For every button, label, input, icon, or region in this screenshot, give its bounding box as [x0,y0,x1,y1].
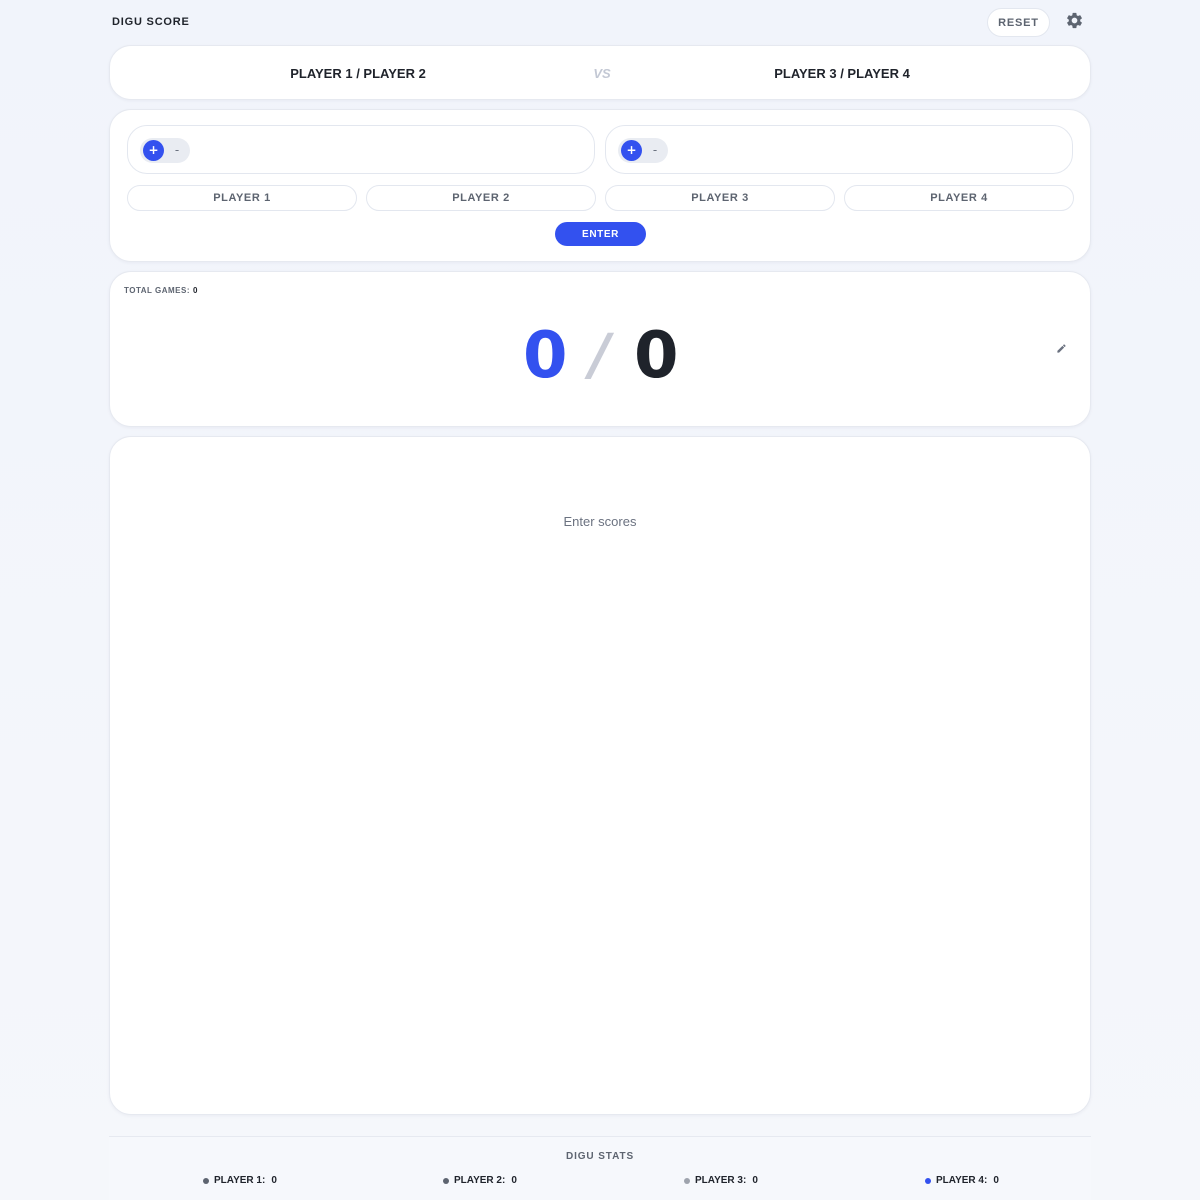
score-separator: / [589,323,611,388]
stat-player-3-value: 0 [752,1175,758,1186]
app-title: DIGU SCORE [112,16,190,28]
stat-player-2-name: PLAYER 2: [454,1175,506,1186]
team-a-minus-button[interactable]: - [168,140,186,161]
team-b-name: PLAYER 3 / PLAYER 4 [774,66,910,81]
stat-player-2: PLAYER 2: 0 [443,1175,517,1186]
player-2-button[interactable]: PLAYER 2 [366,185,596,211]
edit-score-button[interactable] [1053,341,1069,357]
stat-player-1: PLAYER 1: 0 [203,1175,277,1186]
total-games-label: TOTAL GAMES: [124,286,190,295]
team-b-plus-button[interactable]: + [621,140,642,161]
total-games: TOTAL GAMES: 0 [124,286,198,295]
team-a-total-score: 0 [523,319,568,393]
stat-player-1-value: 0 [271,1175,277,1186]
stat-player-1-name: PLAYER 1: [214,1175,266,1186]
score-history-card: Enter scores [109,436,1091,1115]
stats-panel: DIGU STATS PLAYER 1: 0 PLAYER 2: 0 PLAYE… [109,1136,1091,1200]
player-4-dot-icon [925,1177,931,1184]
stat-player-4-value: 0 [993,1175,999,1186]
team-b-total-score: 0 [634,319,679,393]
team-b-score-input[interactable]: + - [605,125,1073,174]
player-2-dot-icon [443,1177,449,1184]
top-bar: DIGU SCORE RESET [112,0,1090,45]
stat-player-3: PLAYER 3: 0 [684,1175,758,1186]
player-1-dot-icon [203,1177,209,1184]
stat-player-2-value: 0 [511,1175,517,1186]
team-b-stepper: + - [618,138,668,163]
team-a-plus-button[interactable]: + [143,140,164,161]
stat-player-3-name: PLAYER 3: [695,1175,747,1186]
team-a-stepper: + - [140,138,190,163]
empty-history-message: Enter scores [563,514,637,529]
player-3-dot-icon [684,1177,690,1184]
total-games-value: 0 [193,286,198,295]
reset-button[interactable]: RESET [987,8,1050,37]
team-a-score-input[interactable]: + - [127,125,595,174]
vs-label: VS [593,66,611,81]
scoreboard-card: TOTAL GAMES: 0 0 / 0 [109,271,1091,427]
match-card: PLAYER 1 / PLAYER 2 VS PLAYER 3 / PLAYER… [109,45,1091,100]
team-b-minus-button[interactable]: - [646,140,664,161]
score-entry-card: + - + - PLAYER 1 PLAYER 2 PLAYER 3 PLAYE… [109,109,1091,262]
pencil-icon [1056,342,1067,357]
stat-player-4-name: PLAYER 4: [936,1175,988,1186]
player-1-button[interactable]: PLAYER 1 [127,185,357,211]
settings-button[interactable] [1062,10,1086,34]
stat-player-4: PLAYER 4: 0 [925,1175,999,1186]
player-4-button[interactable]: PLAYER 4 [844,185,1074,211]
player-3-button[interactable]: PLAYER 3 [605,185,835,211]
team-a-name: PLAYER 1 / PLAYER 2 [290,66,426,81]
enter-button[interactable]: ENTER [555,222,646,246]
stats-title: DIGU STATS [565,1151,635,1162]
gear-icon [1065,11,1084,33]
